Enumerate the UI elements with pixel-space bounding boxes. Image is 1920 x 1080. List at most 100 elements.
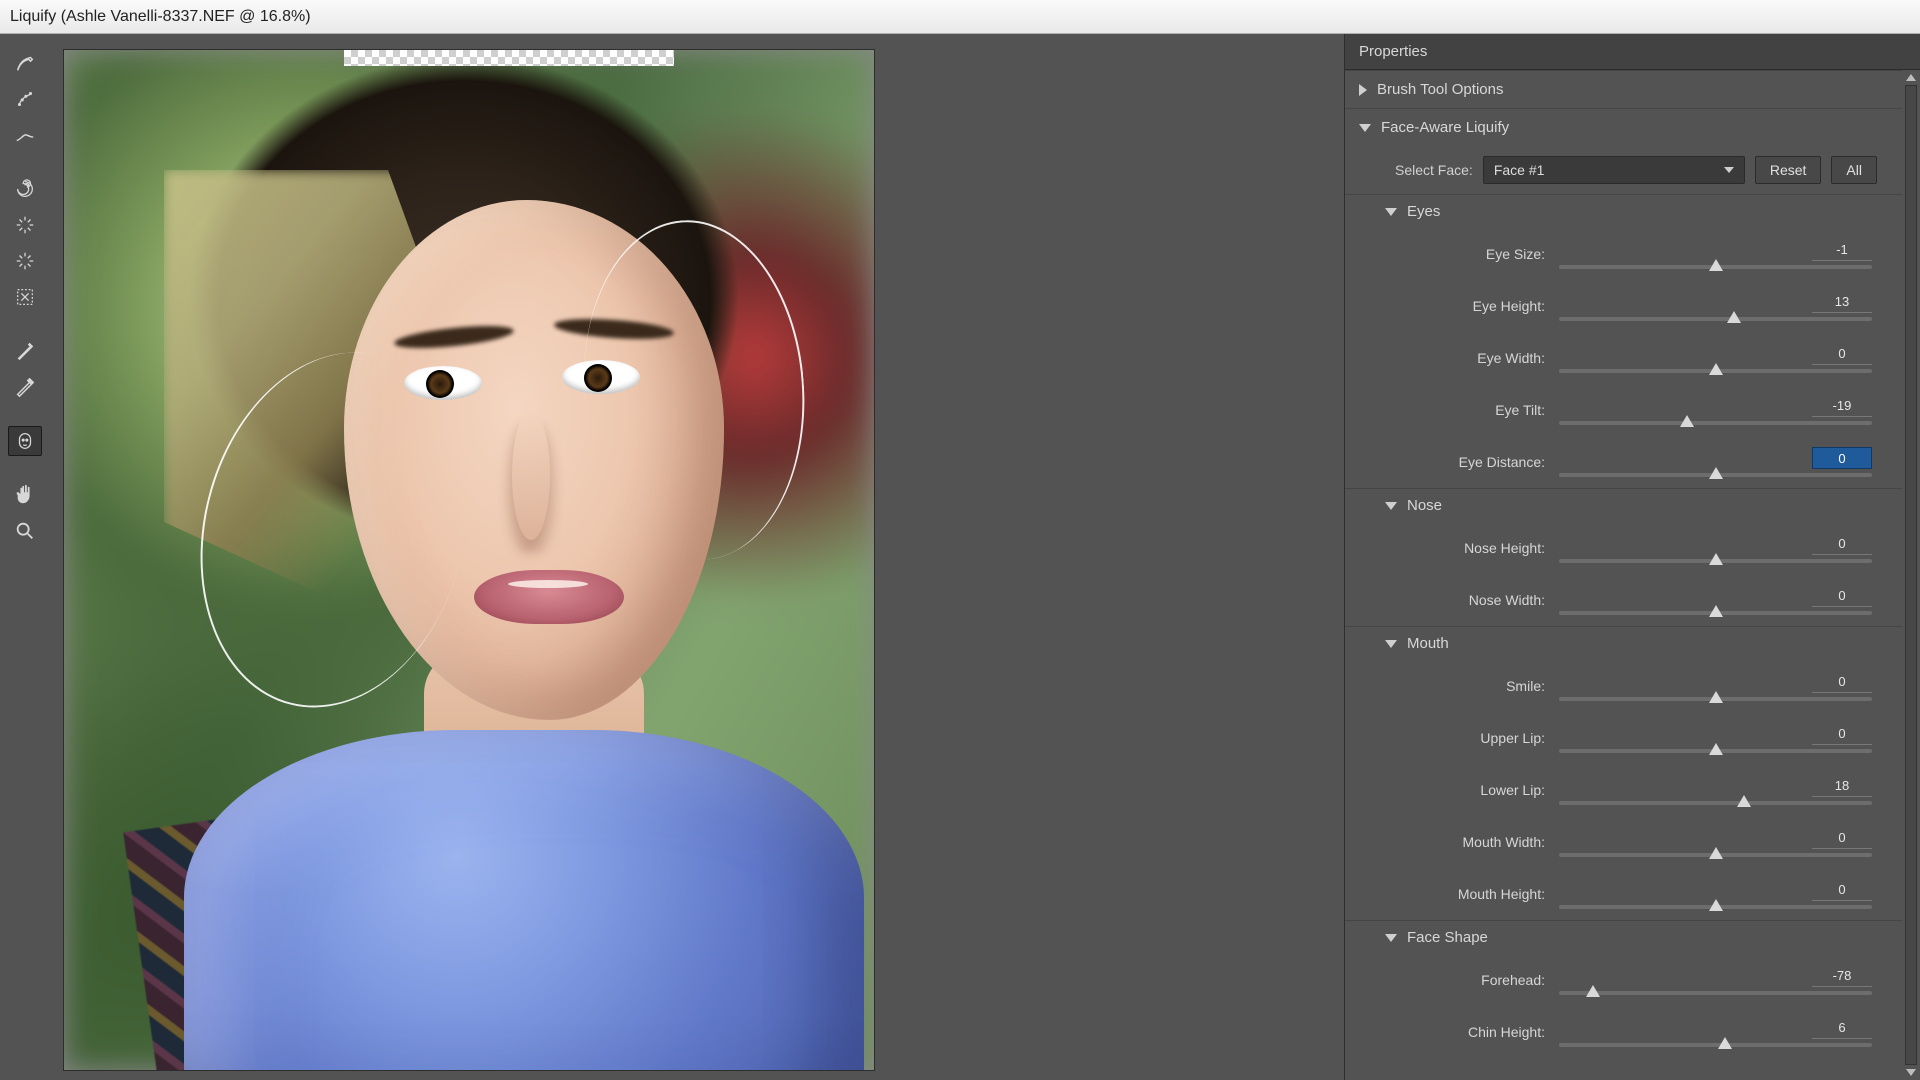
- section-label: Mouth: [1407, 635, 1449, 652]
- slider-value-input[interactable]: 0: [1812, 343, 1872, 365]
- slider-thumb[interactable]: [1680, 415, 1694, 427]
- mouth-slider-row: Mouth Width: 0: [1345, 816, 1902, 868]
- slider-thumb[interactable]: [1737, 795, 1751, 807]
- section-nose[interactable]: Nose: [1345, 488, 1902, 522]
- slider-value-input[interactable]: 13: [1812, 291, 1872, 313]
- section-mouth[interactable]: Mouth: [1345, 626, 1902, 660]
- zoom-tool-icon[interactable]: [8, 516, 42, 546]
- slider-track[interactable]: [1559, 1043, 1872, 1047]
- title-bar: Liquify (Ashle Vanelli-8337.NEF @ 16.8%): [0, 0, 1920, 34]
- mouth-slider-row: Mouth Height: 0: [1345, 868, 1902, 920]
- slider-thumb[interactable]: [1709, 691, 1723, 703]
- slider-label: Nose Height:: [1395, 540, 1551, 556]
- slider-thumb[interactable]: [1709, 467, 1723, 479]
- slider-thumb[interactable]: [1709, 363, 1723, 375]
- eyes-slider-row: Eye Tilt: -19: [1345, 384, 1902, 436]
- section-face-shape[interactable]: Face Shape: [1345, 920, 1902, 954]
- scroll-track[interactable]: [1905, 85, 1917, 1065]
- slider-track[interactable]: [1559, 697, 1872, 701]
- slider-value-input[interactable]: 0: [1812, 827, 1872, 849]
- image-canvas[interactable]: [64, 50, 874, 1070]
- pucker-tool-icon[interactable]: [8, 210, 42, 240]
- slider-track[interactable]: [1559, 265, 1872, 269]
- eyes-slider-row: Eye Width:0: [1345, 332, 1902, 384]
- slider-track[interactable]: [1559, 905, 1872, 909]
- slider-track[interactable]: [1559, 317, 1872, 321]
- slider-thumb[interactable]: [1709, 259, 1723, 271]
- slider-thumb[interactable]: [1718, 1037, 1732, 1049]
- slider-value-input[interactable]: 0: [1812, 585, 1872, 607]
- twirl-tool-icon[interactable]: [8, 174, 42, 204]
- slider-value-input[interactable]: -19: [1812, 395, 1872, 417]
- slider-track[interactable]: [1559, 559, 1872, 563]
- freeze-mask-tool-icon[interactable]: [8, 336, 42, 366]
- slider-thumb[interactable]: [1709, 847, 1723, 859]
- chevron-right-icon: [1359, 84, 1367, 96]
- slider-label: Eye Height:: [1395, 298, 1551, 314]
- forward-warp-tool-icon[interactable]: [8, 48, 42, 78]
- push-left-tool-icon[interactable]: [8, 282, 42, 312]
- scroll-down-icon[interactable]: [1906, 1069, 1916, 1076]
- slider-value-input[interactable]: 0: [1812, 671, 1872, 693]
- select-face-dropdown[interactable]: Face #1: [1483, 156, 1745, 184]
- tool-bar: [0, 34, 50, 1080]
- slider-label: Nose Width:: [1395, 592, 1551, 608]
- mouth-slider-row: Lower Lip: 18: [1345, 764, 1902, 816]
- slider-label: Mouth Width:: [1395, 834, 1551, 850]
- nose-slider-row: Nose Width: 0: [1345, 574, 1902, 626]
- scroll-up-icon[interactable]: [1906, 74, 1916, 81]
- transparency-edge: [344, 50, 674, 66]
- slider-track[interactable]: [1559, 369, 1872, 373]
- slider-track[interactable]: [1559, 421, 1872, 425]
- section-eyes[interactable]: Eyes: [1345, 194, 1902, 228]
- section-label: Brush Tool Options: [1377, 81, 1503, 98]
- slider-value-input[interactable]: -78: [1812, 965, 1872, 987]
- slider-thumb[interactable]: [1709, 899, 1723, 911]
- chevron-down-icon: [1385, 502, 1397, 510]
- slider-track[interactable]: [1559, 749, 1872, 753]
- properties-header: Properties: [1345, 34, 1920, 70]
- reset-button[interactable]: Reset: [1755, 156, 1822, 184]
- slider-value-input[interactable]: -1: [1812, 239, 1872, 261]
- reconstruct-tool-icon[interactable]: [8, 84, 42, 114]
- hand-tool-icon[interactable]: [8, 480, 42, 510]
- slider-value-input[interactable]: 0: [1812, 447, 1872, 469]
- mouth-slider-row: Upper Lip:0: [1345, 712, 1902, 764]
- slider-value-input[interactable]: 0: [1812, 723, 1872, 745]
- slider-value-input[interactable]: 18: [1812, 775, 1872, 797]
- slider-thumb[interactable]: [1586, 985, 1600, 997]
- section-face-aware-liquify[interactable]: Face-Aware Liquify: [1345, 108, 1902, 146]
- slider-track[interactable]: [1559, 853, 1872, 857]
- slider-thumb[interactable]: [1709, 553, 1723, 565]
- slider-track[interactable]: [1559, 991, 1872, 995]
- face-tool-icon[interactable]: [8, 426, 42, 456]
- section-brush-tool-options[interactable]: Brush Tool Options: [1345, 70, 1902, 108]
- eyes-slider-row: Eye Distance: 0: [1345, 436, 1902, 488]
- mouth-slider-row: Smile:0: [1345, 660, 1902, 712]
- smooth-tool-icon[interactable]: [8, 120, 42, 150]
- properties-panel: Properties Brush Tool Options Face-Aware…: [1344, 34, 1920, 1080]
- slider-value-input[interactable]: 0: [1812, 879, 1872, 901]
- workspace: Properties Brush Tool Options Face-Aware…: [0, 34, 1920, 1080]
- slider-track[interactable]: [1559, 801, 1872, 805]
- slider-thumb[interactable]: [1709, 605, 1723, 617]
- slider-label: Lower Lip:: [1395, 782, 1551, 798]
- bloat-tool-icon[interactable]: [8, 246, 42, 276]
- thaw-mask-tool-icon[interactable]: [8, 372, 42, 402]
- section-label: Face-Aware Liquify: [1381, 119, 1509, 136]
- slider-thumb[interactable]: [1727, 311, 1741, 323]
- all-button[interactable]: All: [1831, 156, 1877, 184]
- scrollbar[interactable]: [1904, 74, 1918, 1076]
- slider-value-input[interactable]: 0: [1812, 533, 1872, 555]
- slider-label: Mouth Height:: [1395, 886, 1551, 902]
- slider-value-input[interactable]: 6: [1812, 1017, 1872, 1039]
- window-title: Liquify (Ashle Vanelli-8337.NEF @ 16.8%): [10, 8, 311, 26]
- select-face-value: Face #1: [1494, 162, 1545, 178]
- chevron-down-icon: [1724, 167, 1734, 173]
- slider-thumb[interactable]: [1709, 743, 1723, 755]
- slider-track[interactable]: [1559, 473, 1872, 477]
- slider-label: Eye Tilt:: [1395, 402, 1551, 418]
- canvas-area: [50, 34, 1344, 1080]
- slider-track[interactable]: [1559, 611, 1872, 615]
- slider-label: Eye Distance:: [1395, 454, 1551, 470]
